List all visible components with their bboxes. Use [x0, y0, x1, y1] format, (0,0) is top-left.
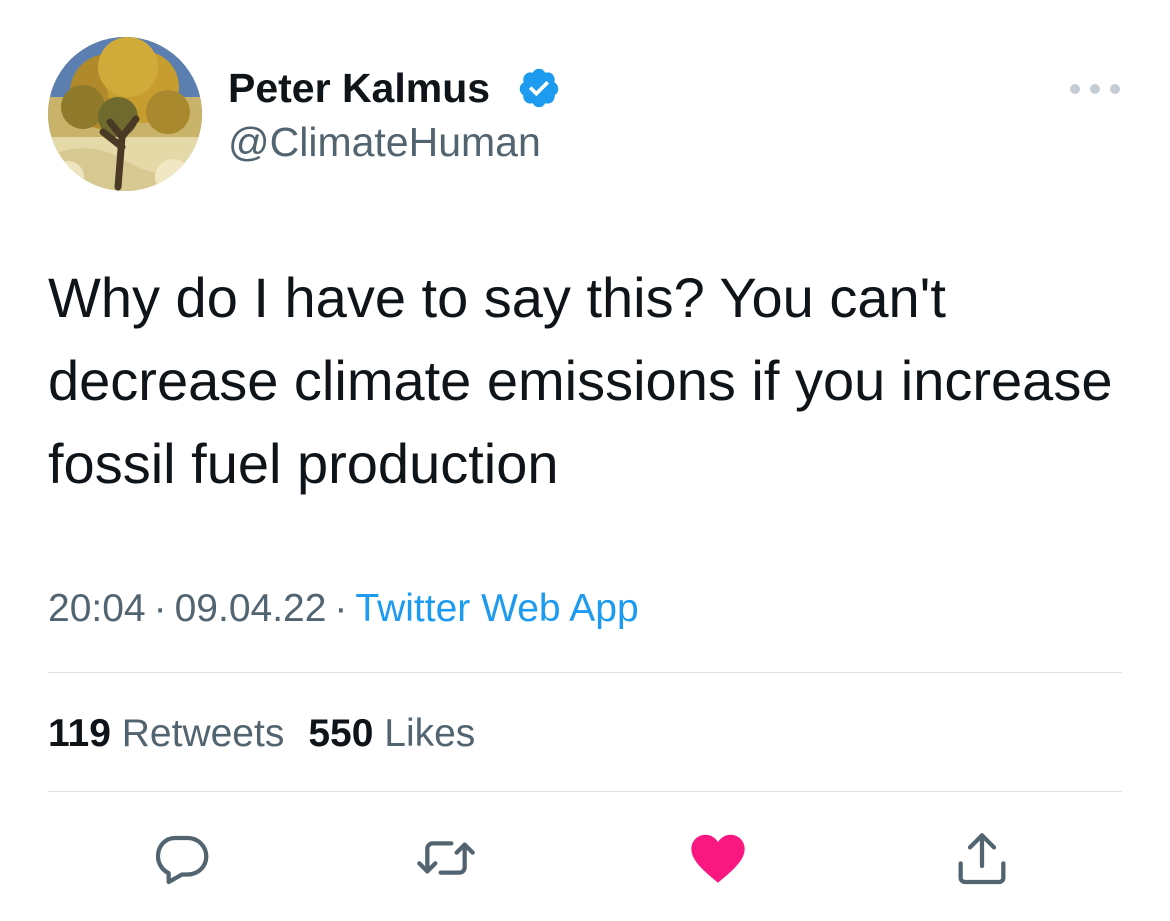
likes-label: Likes	[384, 712, 476, 755]
share-button[interactable]	[950, 826, 1014, 890]
more-dot	[1070, 84, 1080, 94]
meta-separator: ·	[153, 587, 167, 630]
divider	[48, 672, 1122, 673]
tweet-stats: 119 Retweets 550 Likes	[48, 710, 475, 758]
meta-separator: ·	[334, 587, 348, 630]
tweet-source-link[interactable]: Twitter Web App	[355, 587, 638, 630]
retweet-icon	[417, 841, 475, 875]
more-dot	[1090, 84, 1100, 94]
share-icon	[958, 833, 1006, 885]
tweet-text: Why do I have to say this? You can't dec…	[48, 266, 1113, 495]
tweet-date[interactable]: 09.04.22	[175, 587, 327, 630]
tweet-time[interactable]: 20:04	[48, 587, 146, 630]
reply-button[interactable]	[150, 826, 214, 890]
retweets-count: 119	[48, 712, 111, 755]
verified-badge-icon	[519, 68, 559, 108]
retweets-stat[interactable]: 119 Retweets	[48, 712, 284, 755]
tree-painting-avatar-icon	[48, 37, 202, 191]
reply-icon	[155, 835, 209, 885]
retweet-button[interactable]	[414, 826, 478, 890]
likes-stat[interactable]: 550 Likes	[308, 712, 475, 755]
tweet-card: Peter Kalmus @ClimateHuman Why do I have…	[0, 0, 1170, 921]
display-name[interactable]: Peter Kalmus	[228, 64, 490, 112]
avatar[interactable]	[48, 37, 202, 191]
more-dot	[1110, 84, 1120, 94]
more-options-icon[interactable]	[1070, 74, 1120, 104]
like-button[interactable]	[686, 826, 750, 890]
retweets-label: Retweets	[121, 712, 285, 755]
user-handle[interactable]: @ClimateHuman	[228, 117, 541, 167]
heart-icon	[691, 834, 745, 883]
tweet-meta: 20:04 · 09.04.22 · Twitter Web App	[48, 584, 639, 634]
divider	[48, 791, 1122, 792]
likes-count: 550	[308, 712, 374, 755]
